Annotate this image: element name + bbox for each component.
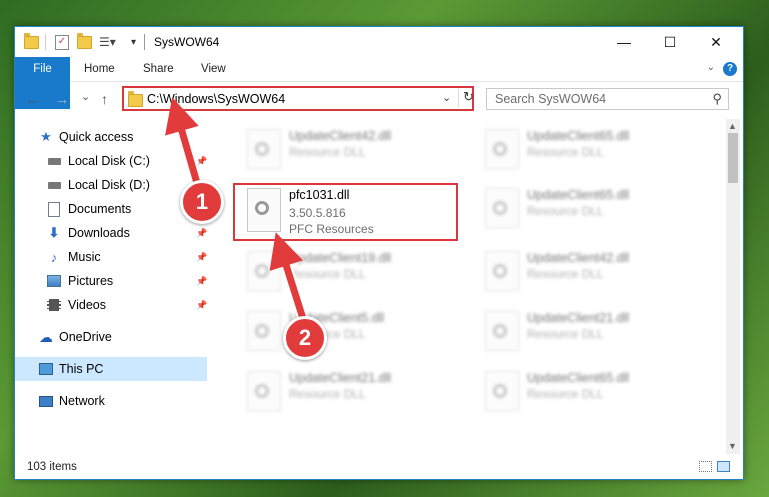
annotation-arrows [165, 97, 311, 327]
step-1-badge: 1 [180, 180, 224, 224]
step-2-badge: 2 [283, 316, 327, 360]
